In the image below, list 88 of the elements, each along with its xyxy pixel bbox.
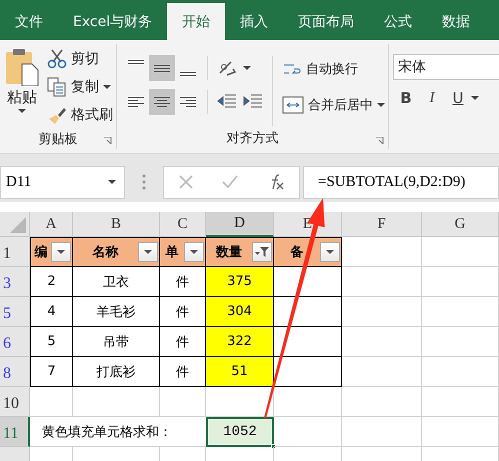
caret-icon xyxy=(18,109,26,114)
table-cell: 2 xyxy=(30,267,73,297)
align-button[interactable] xyxy=(149,55,175,81)
caret-icon xyxy=(243,66,251,70)
filter-icon xyxy=(255,246,269,258)
check-icon[interactable] xyxy=(222,175,238,189)
header-cell: 编 xyxy=(30,237,73,267)
filter-button[interactable] xyxy=(138,242,158,262)
clipboard-icon xyxy=(4,48,40,86)
empty-cell xyxy=(274,387,342,417)
empty-cell xyxy=(160,387,206,417)
column-header[interactable]: G xyxy=(422,212,499,237)
column-header[interactable]: A xyxy=(30,212,73,237)
header-cell: 备 xyxy=(274,237,342,267)
header-cell: 数量 xyxy=(206,237,274,267)
align-button[interactable] xyxy=(149,89,175,115)
table-cell: 304 xyxy=(206,297,274,327)
ribbon-tab[interactable]: 数据 xyxy=(427,3,486,40)
align-lines-icon xyxy=(128,60,144,64)
paste-button[interactable]: 粘贴 xyxy=(0,44,44,128)
dialog-launcher-icon[interactable] xyxy=(376,137,384,145)
ribbon-tab[interactable]: 文件 xyxy=(0,3,58,40)
ribbon-button[interactable]: 格式刷 xyxy=(44,102,116,128)
filter-button[interactable] xyxy=(51,242,71,262)
font-style-button[interactable]: U xyxy=(445,84,471,112)
dropdown-caret-icon xyxy=(144,250,152,254)
font-name-field[interactable]: 宋体 xyxy=(393,54,499,80)
row-header[interactable]: 10 xyxy=(0,387,30,417)
copy-icon xyxy=(47,77,67,97)
dropdown-caret-icon xyxy=(190,250,198,254)
ribbon-button[interactable]: 剪切 xyxy=(44,46,116,72)
table-cell: 51 xyxy=(206,357,274,387)
table-cell: 4 xyxy=(30,297,73,327)
filter-button[interactable] xyxy=(184,242,204,262)
align-lines-icon xyxy=(180,72,196,76)
merge-cells-icon xyxy=(282,95,304,115)
ribbon-tab[interactable]: 页面布局 xyxy=(283,3,370,40)
dropdown-caret-icon xyxy=(108,180,116,184)
table-cell: 卫衣 xyxy=(73,267,160,297)
font-style-button[interactable]: B xyxy=(393,84,419,112)
column-header[interactable]: D xyxy=(206,212,274,237)
ribbon-tab[interactable]: Excel与财务 xyxy=(58,3,168,40)
table-cell: 7 xyxy=(30,357,73,387)
row-header[interactable]: 3 xyxy=(0,267,30,297)
align-lines-icon xyxy=(128,97,144,107)
column-header[interactable]: C xyxy=(160,212,206,237)
filter-button[interactable] xyxy=(320,242,340,262)
ribbon-tab[interactable]: 插入 xyxy=(225,3,284,40)
table-cell: 羊毛衫 xyxy=(73,297,160,327)
filter-button[interactable] xyxy=(252,242,272,262)
table-cell: 打底衫 xyxy=(73,357,160,387)
dropdown-caret-icon xyxy=(326,250,334,254)
dialog-launcher-icon[interactable] xyxy=(104,137,112,145)
header-cell: 名称 xyxy=(73,237,160,267)
ribbon-button[interactable]: 自动换行 xyxy=(279,56,388,82)
table-cell: 375 xyxy=(206,267,274,297)
table-cell: 吊带 xyxy=(73,327,160,357)
row-header[interactable]: 8 xyxy=(0,357,30,387)
group-label: 对齐方式 xyxy=(226,130,278,147)
table-cell: 322 xyxy=(206,327,274,357)
row-header[interactable]: 6 xyxy=(0,327,30,357)
align-lines-icon xyxy=(154,97,170,107)
header-cell: 单 xyxy=(160,237,206,267)
ribbon-button[interactable]: 合并后居中 xyxy=(279,92,388,118)
caret-icon xyxy=(103,84,111,90)
caret-icon xyxy=(471,96,479,100)
brush-icon xyxy=(47,105,67,125)
align-lines-icon xyxy=(154,64,170,72)
name-box[interactable]: D11 xyxy=(0,166,125,198)
caret-icon xyxy=(377,102,385,108)
formula-field[interactable]: =SUBTOTAL(9,D2:D9) xyxy=(303,166,499,198)
column-header[interactable]: F xyxy=(342,212,422,237)
ribbon-button[interactable]: 复制 xyxy=(44,74,116,100)
scissors-icon xyxy=(47,49,67,69)
font-style-button[interactable]: I xyxy=(419,84,445,112)
grip-icon xyxy=(142,174,146,190)
align-lines-icon xyxy=(180,97,196,107)
fill-handle[interactable] xyxy=(271,444,276,449)
row-header[interactable]: 11 xyxy=(0,417,30,447)
row-header[interactable]: 1 xyxy=(0,237,30,267)
row-header[interactable]: 5 xyxy=(0,297,30,327)
ribbon-tab[interactable]: 公式 xyxy=(369,3,428,40)
ribbon-tab[interactable]: 开始 xyxy=(167,3,226,40)
dropdown-caret-icon xyxy=(57,250,65,254)
selected-cell[interactable]: 1052 xyxy=(206,417,274,447)
table-cell: 5 xyxy=(30,327,73,357)
column-header[interactable]: B xyxy=(73,212,160,237)
group-label: 剪贴板 xyxy=(38,130,78,148)
